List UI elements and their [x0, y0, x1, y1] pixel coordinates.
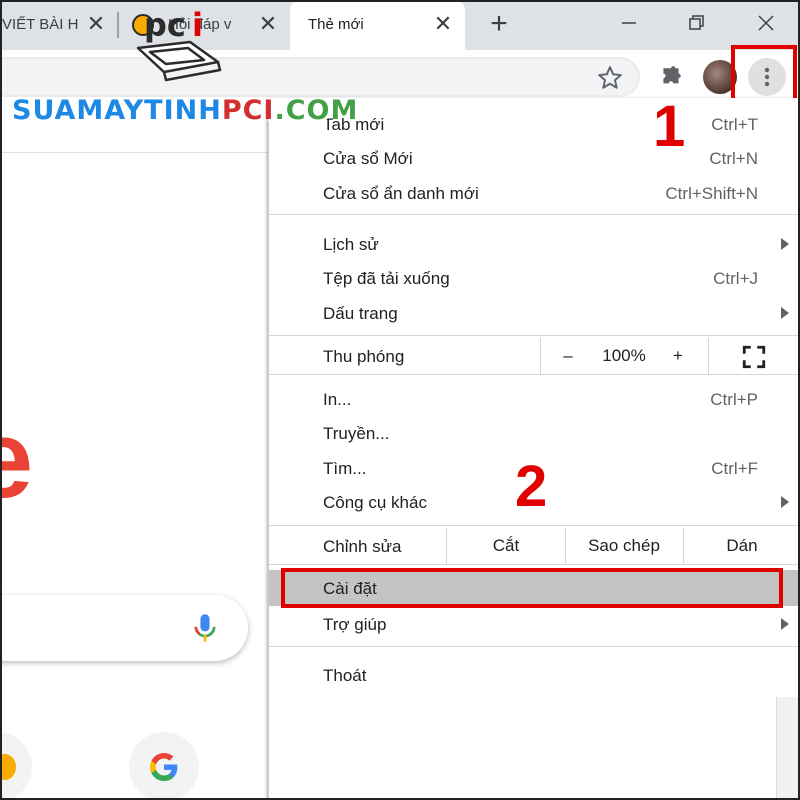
minimize-button[interactable] [614, 8, 644, 38]
menu-item-label: Tìm... [323, 459, 367, 478]
minimize-icon [622, 22, 636, 24]
menu-item-bookmarks[interactable]: Dấu trang [269, 297, 800, 329]
tab-strip: VIẾT BÀI H ✕ Hỏi đáp v ✕ Thẻ mới ✕ + [0, 0, 800, 52]
svg-text:pc: pc [144, 6, 186, 44]
google-g-icon [150, 753, 178, 781]
menu-item-label: Trợ giúp [323, 615, 387, 634]
close-icon[interactable]: ✕ [431, 11, 455, 36]
menu-divider [269, 335, 800, 336]
menu-item-cast[interactable]: Truyền... [269, 417, 800, 449]
menu-divider [269, 214, 800, 215]
shortcut-favicon-icon [0, 754, 16, 780]
menu-item-print[interactable]: In... Ctrl+P [269, 383, 800, 415]
submenu-arrow-icon [781, 618, 789, 630]
svg-text:i: i [192, 6, 203, 44]
restore-button[interactable] [682, 8, 712, 38]
watermark-part: PCI [221, 95, 275, 126]
zoom-in-button[interactable]: + [663, 338, 693, 374]
menu-item-shortcut: Ctrl+Shift+N [665, 184, 758, 203]
menu-divider [269, 374, 800, 375]
menu-item-label: In... [323, 390, 352, 409]
close-icon[interactable]: ✕ [84, 11, 108, 36]
edit-row: Chỉnh sửa Cắt Sao chép Dán [269, 528, 800, 564]
restore-icon [689, 15, 704, 30]
menu-item-shortcut: Ctrl+N [709, 149, 758, 168]
extensions-puzzle-icon[interactable] [658, 65, 684, 91]
zoom-row: Thu phóng – 100% + [269, 338, 800, 374]
menu-item-label: Tệp đã tải xuống [323, 269, 450, 288]
shortcut-tile-google[interactable] [129, 732, 199, 800]
copy-button[interactable]: Sao chép [565, 528, 683, 564]
paste-button[interactable]: Dán [683, 528, 800, 564]
zoom-separator [708, 338, 709, 374]
highlight-box-settings [281, 568, 783, 608]
menu-item-label: Cửa sổ Mới [323, 149, 413, 168]
menu-item-shortcut: Ctrl+T [711, 115, 758, 134]
tab-title: Thẻ mới [308, 16, 364, 33]
menu-item-incognito[interactable]: Cửa sổ ẩn danh mới Ctrl+Shift+N [269, 177, 800, 209]
address-bar[interactable] [0, 57, 640, 97]
tab-separator [117, 12, 119, 38]
close-icon[interactable]: ✕ [256, 11, 280, 36]
zoom-separator [540, 338, 541, 374]
menu-item-history[interactable]: Lịch sử [269, 228, 800, 260]
edit-label: Chỉnh sửa [323, 537, 402, 556]
tab-viet-bai[interactable]: VIẾT BÀI H ✕ [0, 0, 112, 50]
tab-title: VIẾT BÀI H [2, 16, 79, 33]
menu-divider [269, 564, 800, 565]
menu-item-downloads[interactable]: Tệp đã tải xuống Ctrl+J [269, 262, 800, 294]
watermark-part: .COM [274, 95, 359, 126]
menu-item-shortcut: Ctrl+P [710, 390, 758, 409]
cut-button[interactable]: Cắt [447, 528, 565, 564]
watermark: SUAMAYTINHPCI.COM [12, 95, 358, 126]
close-icon [758, 15, 774, 31]
step-number-2: 2 [515, 454, 548, 519]
menu-item-label: Công cụ khác [323, 493, 427, 512]
google-logo-fragment: e [0, 398, 34, 521]
menu-item-label: Dấu trang [323, 304, 398, 323]
zoom-level: 100% [602, 346, 646, 365]
highlight-box-menu-button [731, 45, 797, 103]
menu-item-new-window[interactable]: Cửa sổ Mới Ctrl+N [269, 142, 800, 174]
zoom-out-button[interactable]: – [553, 338, 583, 374]
submenu-arrow-icon [781, 307, 789, 319]
shortcut-tile[interactable] [0, 732, 32, 800]
menu-item-label: Lịch sử [323, 235, 379, 254]
pci-logo-icon: pc i [136, 6, 222, 82]
submenu-arrow-icon [781, 496, 789, 508]
menu-item-label: Truyền... [323, 424, 390, 443]
chrome-main-menu: Tab mới Ctrl+T Cửa sổ Mới Ctrl+N Cửa sổ … [268, 98, 800, 800]
menu-item-help[interactable]: Trợ giúp [269, 608, 800, 640]
tab-the-moi[interactable]: Thẻ mới ✕ [290, 0, 465, 52]
fullscreen-icon[interactable] [741, 344, 767, 370]
microphone-icon[interactable] [190, 612, 220, 644]
page-divider [0, 152, 270, 153]
menu-divider [269, 646, 800, 647]
window-close-button[interactable] [751, 8, 781, 38]
scrollbar[interactable] [776, 697, 800, 800]
submenu-arrow-icon [781, 238, 789, 250]
watermark-part: SUAMAYTINH [12, 95, 222, 126]
menu-item-exit[interactable]: Thoát [269, 659, 800, 691]
zoom-label: Thu phóng [323, 347, 405, 366]
menu-item-label: Thoát [323, 666, 367, 685]
menu-item-label: Cửa sổ ẩn danh mới [323, 184, 479, 203]
menu-item-shortcut: Ctrl+J [713, 269, 758, 288]
step-number-1: 1 [653, 94, 686, 159]
bookmark-star-icon[interactable] [597, 65, 623, 91]
menu-item-shortcut: Ctrl+F [711, 459, 758, 478]
new-tab-button[interactable]: + [484, 9, 514, 40]
menu-divider [269, 525, 800, 526]
